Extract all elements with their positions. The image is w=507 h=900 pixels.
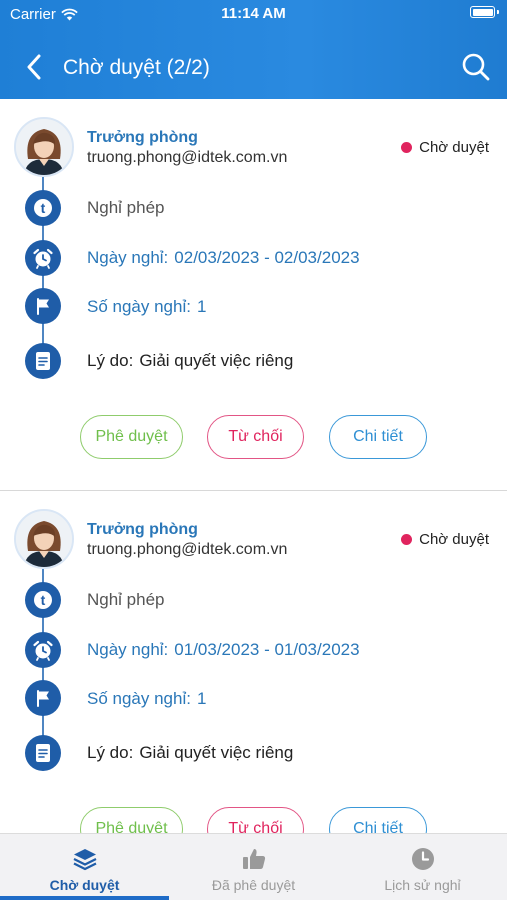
tab-approved-label: Đã phê duyệt <box>211 877 296 893</box>
flag-icon <box>25 288 61 324</box>
leave-date-value: 02/03/2023 - 02/03/2023 <box>174 248 360 267</box>
leave-days: Số ngày nghỉ: 1 <box>87 689 206 709</box>
leave-days-label: Số ngày nghỉ: <box>87 297 191 316</box>
page-title: Chờ duyệt (2/2) <box>63 56 210 79</box>
reject-button[interactable]: Từ chối <box>207 415 304 459</box>
leave-date-label: Ngày nghỉ: <box>87 640 169 659</box>
user-avatar-icon <box>16 511 72 567</box>
tab-bar: Chờ duyệt Đã phê duyệt Lịch sử nghỉ <box>0 833 507 900</box>
svg-text:t: t <box>41 200 46 216</box>
request-list[interactable]: Trưởng phòng truong.phong@idtek.com.vn C… <box>0 99 507 833</box>
tab-history[interactable]: Lịch sử nghỉ <box>338 834 507 900</box>
requester-email: truong.phong@idtek.com.vn <box>87 149 288 166</box>
leave-date: Ngày nghỉ: 02/03/2023 - 02/03/2023 <box>87 248 360 268</box>
status-badge: Chờ duyệt <box>401 531 489 548</box>
clock-icon <box>411 847 435 871</box>
search-button[interactable] <box>459 48 493 86</box>
leave-reason: Lý do: Giải quyết việc riêng <box>87 743 293 763</box>
battery-icon <box>470 6 499 18</box>
search-icon <box>462 53 490 81</box>
user-avatar-icon <box>16 119 72 175</box>
back-button[interactable] <box>18 50 50 84</box>
tab-approved[interactable]: Đã phê duyệt <box>169 834 338 900</box>
thumbs-up-icon <box>241 847 267 871</box>
flag-icon <box>25 680 61 716</box>
leave-days-value: 1 <box>196 689 207 708</box>
note-icon <box>25 343 61 379</box>
status-label: Chờ duyệt <box>419 531 489 548</box>
layers-icon <box>72 847 98 871</box>
request-card: Trưởng phòng truong.phong@idtek.com.vn C… <box>0 99 507 490</box>
alarm-clock-icon <box>25 240 61 276</box>
detail-button[interactable]: Chi tiết <box>329 415 427 459</box>
leave-reason-value: Giải quyết việc riêng <box>139 743 294 762</box>
note-icon <box>25 735 61 771</box>
status-dot-icon <box>401 142 413 153</box>
leave-type: Nghỉ phép <box>87 198 165 217</box>
leave-type-icon: t <box>25 582 61 618</box>
approve-button[interactable]: Phê duyệt <box>80 415 183 459</box>
avatar <box>14 509 74 569</box>
status-badge: Chờ duyệt <box>401 139 489 156</box>
leave-reason-value: Giải quyết việc riêng <box>139 351 294 370</box>
status-bar: Carrier 11:14 AM <box>0 0 507 28</box>
chevron-left-icon <box>27 54 41 80</box>
tab-history-label: Lịch sử nghỉ <box>384 877 461 893</box>
leave-reason-label: Lý do: <box>87 743 134 762</box>
requester-name: Trưởng phòng <box>87 521 198 538</box>
leave-reason: Lý do: Giải quyết việc riêng <box>87 351 293 371</box>
tab-pending-label: Chờ duyệt <box>49 877 120 893</box>
leave-days-label: Số ngày nghỉ: <box>87 689 191 708</box>
active-tab-indicator <box>0 896 169 900</box>
requester-email: truong.phong@idtek.com.vn <box>87 541 288 558</box>
status-label: Chờ duyệt <box>419 139 489 156</box>
alarm-clock-icon <box>25 632 61 668</box>
svg-text:t: t <box>41 592 46 608</box>
requester-name: Trưởng phòng <box>87 129 198 146</box>
leave-type: Nghỉ phép <box>87 590 165 609</box>
request-card: Trưởng phòng truong.phong@idtek.com.vn C… <box>0 490 507 833</box>
clock-time: 11:14 AM <box>221 5 286 22</box>
reject-button[interactable]: Từ chối <box>207 807 304 833</box>
leave-reason-label: Lý do: <box>87 351 134 370</box>
leave-type-icon: t <box>25 190 61 226</box>
leave-days: Số ngày nghỉ: 1 <box>87 297 206 317</box>
tab-pending[interactable]: Chờ duyệt <box>0 834 169 900</box>
detail-button[interactable]: Chi tiết <box>329 807 427 833</box>
approve-button[interactable]: Phê duyệt <box>80 807 183 833</box>
app-header: Carrier 11:14 AM Chờ duyệt (2/2) <box>0 0 507 99</box>
status-dot-icon <box>401 534 413 545</box>
leave-days-value: 1 <box>196 297 207 316</box>
leave-date-label: Ngày nghỉ: <box>87 248 169 267</box>
avatar <box>14 117 74 177</box>
leave-date: Ngày nghỉ: 01/03/2023 - 01/03/2023 <box>87 640 360 660</box>
leave-date-value: 01/03/2023 - 01/03/2023 <box>174 640 360 659</box>
